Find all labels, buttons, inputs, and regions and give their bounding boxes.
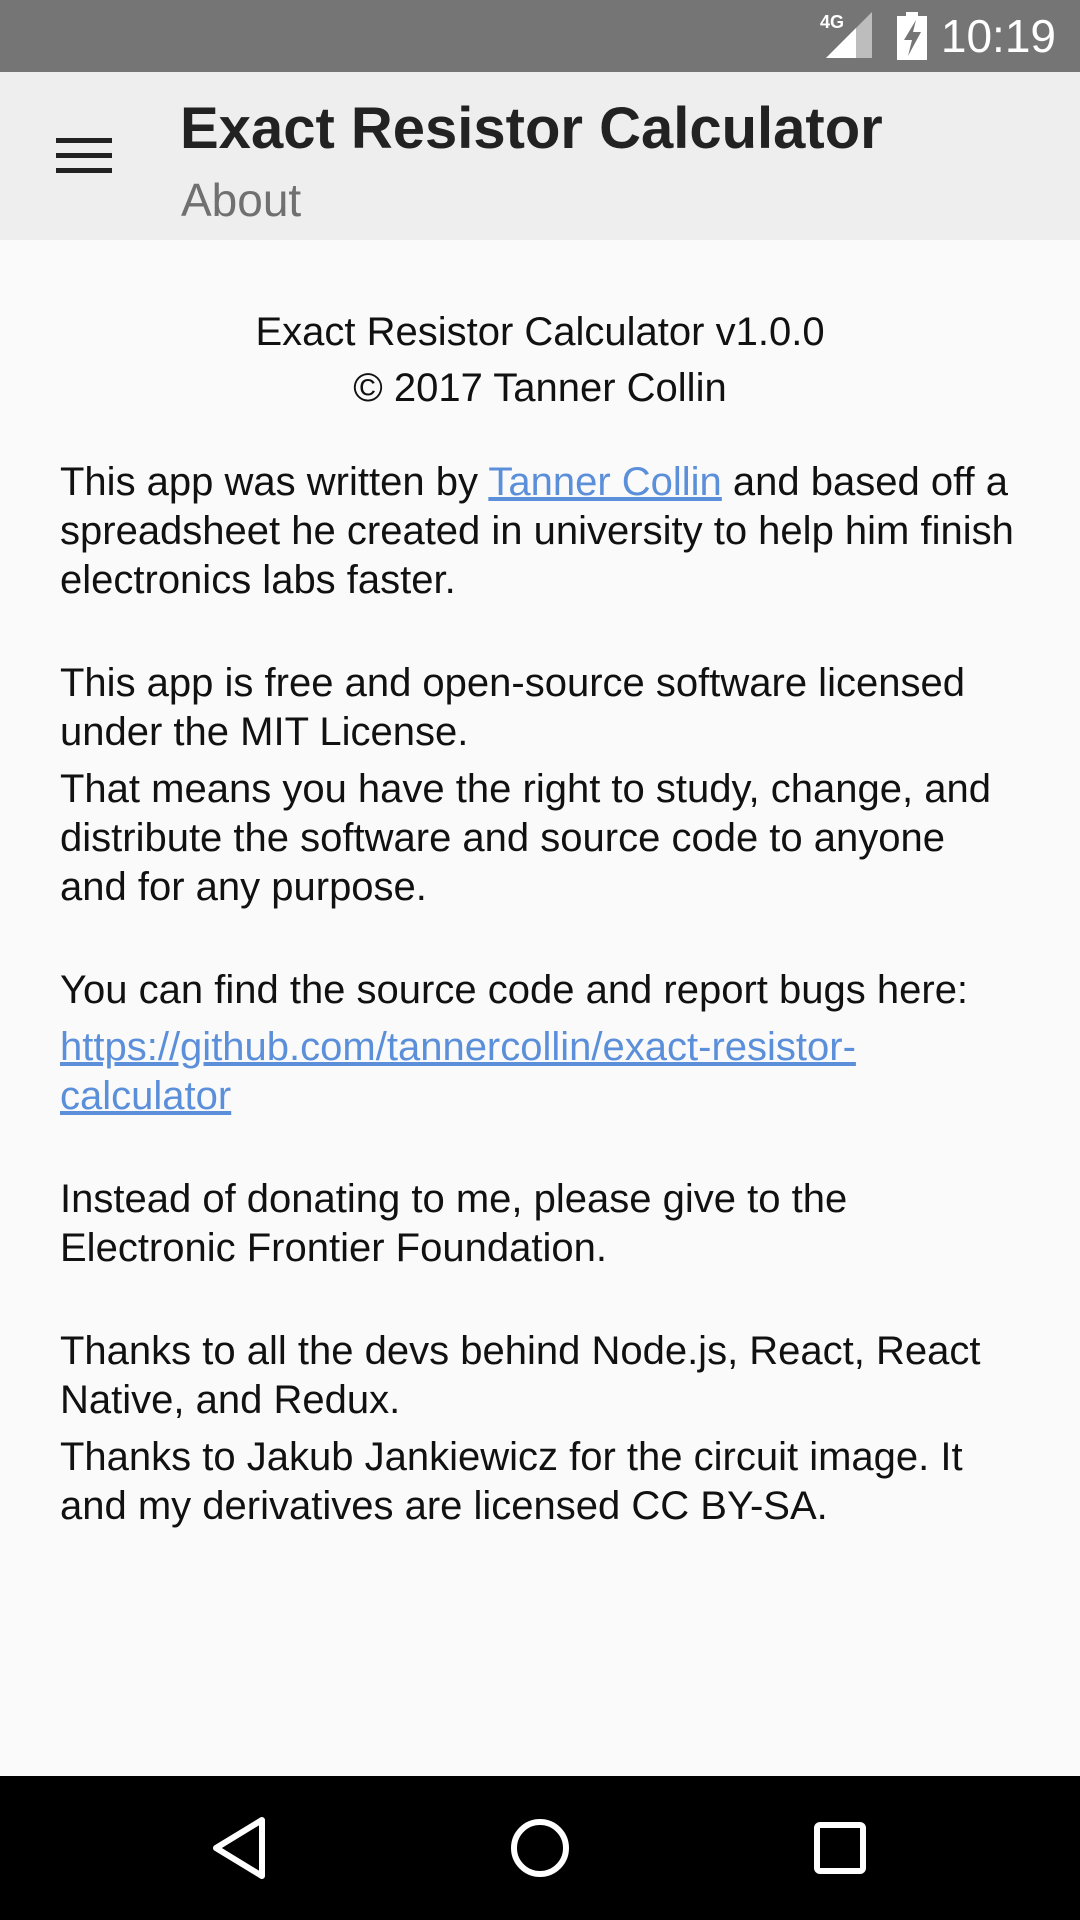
nav-home-icon	[511, 1819, 569, 1877]
nav-back-icon	[213, 1817, 265, 1879]
hamburger-menu-icon	[56, 138, 112, 173]
page-subtitle: About	[181, 174, 302, 226]
copyright-line: © 2017 Tanner Collin	[353, 366, 727, 410]
author-link[interactable]: Tanner Collin	[488, 460, 721, 504]
menu-button[interactable]	[40, 116, 128, 196]
about-header: Exact Resistor Calculator v1.0.0 © 2017 …	[60, 304, 1020, 416]
license-paragraph: This app is free and open-source softwar…	[60, 661, 965, 754]
about-content: Exact Resistor Calculator v1.0.0 © 2017 …	[60, 240, 1020, 1531]
author-text-before: This app was written by	[60, 460, 489, 504]
app-title: Exact Resistor Calculator	[180, 96, 883, 161]
rights-paragraph: That means you have the right to study, …	[60, 767, 991, 909]
network-type-label: 4G	[820, 12, 844, 32]
system-nav-bar	[0, 1776, 1080, 1920]
repo-link[interactable]: https://github.com/tannercollin/exact-re…	[60, 1025, 856, 1118]
cell-signal-icon: 4G	[820, 12, 872, 58]
status-time: 10:19	[940, 10, 1056, 62]
donation-paragraph: Instead of donating to me, please give t…	[60, 1177, 848, 1270]
nav-back-button[interactable]	[190, 1798, 290, 1898]
thanks-devs-paragraph: Thanks to all the devs behind Node.js, R…	[60, 1329, 981, 1422]
thanks-image-paragraph: Thanks to Jakub Jankiewicz for the circu…	[60, 1435, 963, 1528]
repo-link-paragraph: https://github.com/tannercollin/exact-re…	[60, 1023, 1020, 1121]
battery-charging-icon	[897, 12, 927, 60]
app-bar: Exact Resistor Calculator About	[0, 72, 1080, 240]
version-line: Exact Resistor Calculator v1.0.0	[255, 310, 825, 354]
nav-recents-button[interactable]	[790, 1798, 890, 1898]
author-paragraph: This app was written by Tanner Collin an…	[60, 458, 1020, 605]
nav-home-button[interactable]	[490, 1798, 590, 1898]
status-bar: 4G 10:19	[0, 0, 1080, 72]
nav-recents-icon	[814, 1822, 866, 1874]
source-code-paragraph: You can find the source code and report …	[60, 968, 969, 1012]
